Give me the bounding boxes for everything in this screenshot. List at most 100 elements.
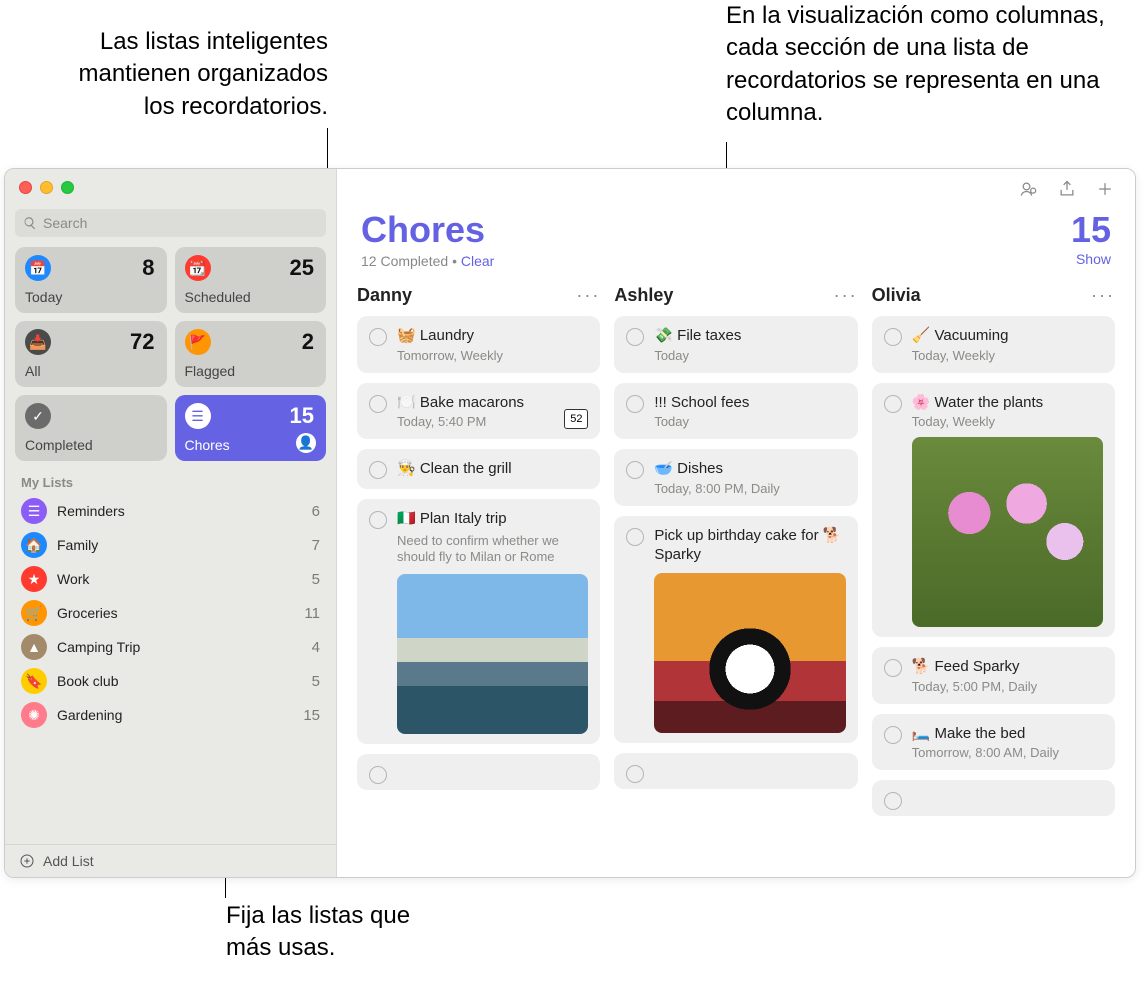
- column-more-icon[interactable]: ···: [576, 285, 600, 306]
- list-name: Gardening: [57, 707, 122, 723]
- smart-label: Chores: [185, 437, 230, 453]
- reminder-card[interactable]: Pick up birthday cake for 🐕 Sparky: [614, 516, 857, 743]
- close-icon[interactable]: [19, 181, 32, 194]
- column-title: Ashley: [614, 285, 673, 306]
- complete-radio[interactable]: [369, 511, 387, 529]
- search-placeholder: Search: [43, 215, 87, 231]
- complete-radio[interactable]: [369, 766, 387, 784]
- plus-circle-icon: [19, 853, 35, 869]
- sidebar-list-item[interactable]: 🏠 Family 7: [5, 528, 336, 562]
- share-icon[interactable]: [1057, 179, 1077, 199]
- smart-card-flagged[interactable]: 🚩 2 Flagged: [175, 321, 327, 387]
- complete-radio[interactable]: [626, 528, 644, 546]
- complete-radio[interactable]: [626, 395, 644, 413]
- column-more-icon[interactable]: ···: [834, 285, 858, 306]
- calendar-today-icon: 📅: [25, 255, 51, 281]
- completed-summary: 12 Completed • Clear: [361, 253, 1071, 269]
- minimize-icon[interactable]: [40, 181, 53, 194]
- complete-radio[interactable]: [369, 461, 387, 479]
- complete-radio[interactable]: [884, 395, 902, 413]
- avatar: 👤: [296, 433, 316, 453]
- sidebar-list-item[interactable]: 🔖 Book club 5: [5, 664, 336, 698]
- reminder-card[interactable]: 🍽️ Bake macaronsToday, 5:40 PM52: [357, 383, 600, 440]
- sidebar-list-item[interactable]: ✺ Gardening 15: [5, 698, 336, 732]
- sidebar: Search 📅 8 Today 📆 25 Scheduled 📥 72 All…: [5, 169, 337, 877]
- reminder-card-empty[interactable]: [872, 780, 1115, 816]
- smart-card-completed[interactable]: ✓ Completed: [15, 395, 167, 461]
- list-icon: ☰: [21, 498, 47, 524]
- columns-container: Danny ··· 🧺 LaundryTomorrow, Weekly 🍽️ B…: [337, 275, 1135, 877]
- show-link[interactable]: Show: [1071, 251, 1111, 267]
- reminder-card[interactable]: 🥣 DishesToday, 8:00 PM, Daily: [614, 449, 857, 506]
- reminder-card-empty[interactable]: [357, 754, 600, 790]
- list-name: Groceries: [57, 605, 118, 621]
- reminder-image: [397, 574, 588, 734]
- list-title: Chores: [361, 209, 1071, 251]
- reminder-card-empty[interactable]: [614, 753, 857, 789]
- my-lists-header: My Lists: [5, 461, 336, 494]
- list-count: 4: [312, 639, 320, 656]
- clear-button[interactable]: Clear: [461, 253, 494, 269]
- list-count: 5: [312, 571, 320, 588]
- callout-pin-lists: Fija las listas que más usas.: [226, 900, 426, 965]
- reminder-subtitle: Today, Weekly: [912, 414, 1103, 429]
- reminder-card[interactable]: 💸 File taxesToday: [614, 316, 857, 373]
- smart-count: 72: [130, 329, 154, 355]
- reminder-card[interactable]: 🐕 Feed Sparky Today, 5:00 PM, Daily: [872, 647, 1115, 704]
- sidebar-list-item[interactable]: ▲ Camping Trip 4: [5, 630, 336, 664]
- search-input[interactable]: Search: [15, 209, 326, 237]
- reminder-card[interactable]: 🧺 LaundryTomorrow, Weekly: [357, 316, 600, 373]
- complete-radio[interactable]: [369, 395, 387, 413]
- reminder-subtitle: Today, 5:40 PM: [397, 414, 554, 429]
- flag-icon: 🚩: [185, 329, 211, 355]
- reminder-title: 💸 File taxes: [654, 326, 845, 346]
- add-list-button[interactable]: Add List: [5, 844, 336, 877]
- reminder-card[interactable]: 🛏️ Make the bedTomorrow, 8:00 AM, Daily: [872, 714, 1115, 771]
- add-reminder-icon[interactable]: [1095, 179, 1115, 199]
- list-icon: 🏠: [21, 532, 47, 558]
- smart-card-chores[interactable]: ☰ 15 Chores 👤: [175, 395, 327, 461]
- list-name: Reminders: [57, 503, 125, 519]
- column: Olivia ··· 🧹 VacuumingToday, Weekly 🌸 Wa…: [872, 285, 1115, 877]
- reminder-image: [912, 437, 1103, 627]
- complete-radio[interactable]: [884, 328, 902, 346]
- reminder-card[interactable]: !!! School feesToday: [614, 383, 857, 440]
- reminder-subtitle: Today, 5:00 PM, Daily: [912, 679, 1103, 694]
- complete-radio[interactable]: [884, 726, 902, 744]
- smart-label: Completed: [25, 437, 93, 453]
- reminder-title: 🐕 Feed Sparky: [912, 657, 1103, 677]
- complete-radio[interactable]: [626, 328, 644, 346]
- maximize-icon[interactable]: [61, 181, 74, 194]
- reminder-card[interactable]: 🇮🇹 Plan Italy trip Need to confirm whethe…: [357, 499, 600, 744]
- list-icon: 🛒: [21, 600, 47, 626]
- collaborate-icon[interactable]: [1019, 179, 1039, 199]
- column-more-icon[interactable]: ···: [1091, 285, 1115, 306]
- reminder-title: 🧺 Laundry: [397, 326, 588, 346]
- window-controls: [5, 169, 336, 205]
- complete-radio[interactable]: [626, 765, 644, 783]
- column-title: Olivia: [872, 285, 921, 306]
- reminder-card[interactable]: 👨‍🍳 Clean the grill: [357, 449, 600, 489]
- reminder-card[interactable]: 🧹 VacuumingToday, Weekly: [872, 316, 1115, 373]
- reminder-title: 🇮🇹 Plan Italy trip: [397, 509, 588, 529]
- smart-count: 8: [142, 255, 154, 281]
- smart-card-today[interactable]: 📅 8 Today: [15, 247, 167, 313]
- column-title: Danny: [357, 285, 412, 306]
- reminder-card[interactable]: 🌸 Water the plantsToday, Weekly: [872, 383, 1115, 638]
- smart-card-all[interactable]: 📥 72 All: [15, 321, 167, 387]
- sidebar-list-item[interactable]: ☰ Reminders 6: [5, 494, 336, 528]
- reminder-note: Need to confirm whether we should fly to…: [397, 533, 588, 567]
- list-count: 5: [312, 673, 320, 690]
- reminder-title: 🥣 Dishes: [654, 459, 845, 479]
- reminder-subtitle: Today, Weekly: [912, 348, 1103, 363]
- reminder-title: 👨‍🍳 Clean the grill: [397, 459, 588, 479]
- list-header: Chores 12 Completed • Clear 15 Show: [337, 209, 1135, 275]
- complete-radio[interactable]: [884, 792, 902, 810]
- sidebar-list-item[interactable]: ★ Work 5: [5, 562, 336, 596]
- sidebar-list-item[interactable]: 🛒 Groceries 11: [5, 596, 336, 630]
- smart-card-scheduled[interactable]: 📆 25 Scheduled: [175, 247, 327, 313]
- search-icon: [23, 216, 37, 230]
- complete-radio[interactable]: [884, 659, 902, 677]
- complete-radio[interactable]: [369, 328, 387, 346]
- complete-radio[interactable]: [626, 461, 644, 479]
